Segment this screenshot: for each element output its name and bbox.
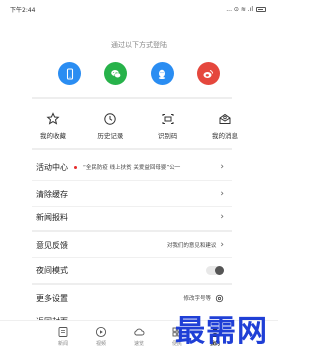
chevron-right-icon: › [220,239,224,250]
wechat-icon [111,69,121,78]
shortcut-scan-code[interactable]: 识别码 [145,112,191,140]
shortcut-label: 我的收藏 [40,132,66,140]
chevron-right-icon: › [220,161,224,172]
phone-icon [66,67,73,80]
menu-label: 更多设置 [36,293,68,303]
shortcut-history[interactable]: 历史记录 [87,112,133,140]
toggle-knob [215,265,224,275]
feedback-hint: 对我们的意见和建议 [166,243,217,249]
menu-item-activity-center[interactable]: 活动中心 “全民防疫 线上扶贫 关爱益回母婴”公一 › [36,154,224,180]
cloud-icon [134,328,145,336]
news-icon [58,327,68,337]
battery-icon [256,6,266,12]
activity-ticker: “全民防疫 线上扶贫 关爱益回母婴”公一 [83,165,181,171]
shortcut-grid: 我的收藏 历史记录 识别码 我的消息 [30,112,248,140]
star-icon [46,112,60,125]
gear-icon [215,294,224,302]
login-title: 通过以下方式登陆 [111,41,167,49]
weibo-login-button[interactable] [196,62,220,85]
menu-label: 夜间模式 [36,265,68,275]
menu-item-feedback[interactable]: 意见反馈 对我们的意见和建议 › [36,232,224,258]
tab-label: 视频 [95,341,106,347]
signal-icons: ... ⊙ ≋ .ıl [226,5,253,13]
menu-label: 清除缓存 [36,189,68,199]
chevron-right-icon: › [220,211,224,222]
watermark-logo: 最需网 [175,314,268,349]
section-divider [32,148,232,150]
menu-item-night-mode: 夜间模式 [36,257,224,283]
menu-label: 新闻报料 [36,212,68,222]
phone-login-button[interactable] [58,62,81,85]
tab-news[interactable]: 新闻 [48,321,78,357]
menu-item-news-report[interactable]: 新闻报料 › [36,204,224,230]
shortcut-favorites[interactable]: 我的收藏 [30,112,76,140]
shortcut-label: 识别码 [157,132,178,140]
status-bar: 下午2:44 ... ⊙ ≋ .ıl [0,0,278,18]
night-mode-toggle[interactable] [206,265,224,275]
shortcut-label: 我的消息 [211,132,238,140]
chevron-right-icon: › [220,188,224,199]
tab-label: 新闻 [57,341,68,347]
clock-icon [104,113,117,125]
qq-icon [158,69,166,79]
menu-label: 意见反馈 [36,240,68,250]
section-divider [32,97,232,99]
wechat-login-button[interactable] [104,62,128,85]
notification-dot [74,165,77,169]
scan-icon [162,114,174,124]
login-options [58,62,220,85]
more-settings-hint: 修改字号等 [183,296,211,302]
shortcut-messages[interactable]: 我的消息 [202,112,248,140]
tab-video[interactable]: 视频 [86,321,116,357]
message-icon [219,113,231,124]
status-time: 下午2:44 [10,6,36,14]
tab-label: 速览 [133,341,144,347]
status-icons: ... ⊙ ≋ .ıl [226,6,266,13]
tab-overview[interactable]: 速览 [124,321,154,357]
shortcut-label: 历史记录 [97,132,124,140]
weibo-icon [203,69,214,78]
qq-login-button[interactable] [150,62,174,85]
video-icon [95,326,107,338]
menu-label: 活动中心 [36,162,68,172]
